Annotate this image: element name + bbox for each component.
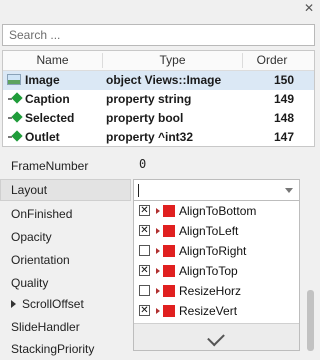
layout-combo[interactable] xyxy=(133,179,300,201)
option-label: AlignToLeft xyxy=(179,224,239,238)
property-opacity[interactable]: Opacity xyxy=(11,226,52,248)
red-flag-icon xyxy=(163,305,175,317)
property-layout[interactable]: Layout xyxy=(11,179,47,201)
option-label: ResizeVert xyxy=(179,304,238,318)
search-input[interactable] xyxy=(2,24,315,46)
table-header: Name Type Order xyxy=(3,51,314,71)
flag-arrow-icon xyxy=(156,248,160,254)
scrollbar-thumb[interactable] xyxy=(307,290,314,351)
member-name: Caption xyxy=(25,92,70,106)
checkbox[interactable]: ✕ xyxy=(139,225,150,236)
option-label: AlignToBottom xyxy=(179,204,257,218)
expand-arrow-icon[interactable] xyxy=(11,300,16,308)
panel-header xyxy=(0,0,320,20)
green-diamond-icon xyxy=(11,111,23,123)
property-quality[interactable]: Quality xyxy=(11,272,48,294)
checkbox[interactable]: ✕ xyxy=(139,205,150,216)
option-align-to-left[interactable]: ✕ AlignToLeft xyxy=(134,222,299,241)
option-align-to-bottom[interactable]: ✕ AlignToBottom xyxy=(134,202,299,221)
option-resize-horz[interactable]: ResizeHorz xyxy=(134,282,299,301)
flag-arrow-icon xyxy=(156,268,160,274)
member-type: object Views::Image xyxy=(106,73,222,87)
green-diamond-icon xyxy=(11,130,23,142)
red-flag-icon xyxy=(163,205,175,217)
red-flag-icon xyxy=(163,265,175,277)
red-flag-icon xyxy=(163,245,175,257)
member-type: property ^int32 xyxy=(106,130,194,144)
text-caret xyxy=(138,184,139,197)
table-row[interactable]: Image object Views::Image 150 xyxy=(3,71,314,90)
flag-arrow-icon xyxy=(156,228,160,234)
flag-arrow-icon xyxy=(156,208,160,214)
member-order: 147 xyxy=(273,130,294,144)
member-type: property bool xyxy=(106,111,184,125)
option-label: AlignToRight xyxy=(179,244,247,258)
member-name: Image xyxy=(25,73,60,87)
checkbox[interactable]: ✕ xyxy=(139,305,150,316)
members-table: Name Type Order Image object Views::Imag… xyxy=(2,50,315,147)
column-header-order[interactable]: Order xyxy=(243,51,301,70)
member-order: 148 xyxy=(273,111,294,125)
member-name: Outlet xyxy=(25,130,60,144)
member-name: Selected xyxy=(25,111,75,125)
option-label: AlignToTop xyxy=(179,264,238,278)
flag-arrow-icon xyxy=(156,288,160,294)
member-order: 149 xyxy=(273,92,294,106)
checkbox[interactable] xyxy=(139,285,150,296)
checkbox[interactable] xyxy=(139,245,150,256)
image-icon xyxy=(7,74,21,85)
layout-options-dropdown: ✕ AlignToBottom ✕ AlignToLeft AlignToRig… xyxy=(133,201,300,351)
column-header-type[interactable]: Type xyxy=(103,51,242,70)
table-row[interactable]: Outlet property ^int32 147 xyxy=(3,128,314,146)
option-label: ResizeHorz xyxy=(179,284,242,298)
member-order: 150 xyxy=(273,73,294,87)
red-flag-icon xyxy=(163,285,175,297)
confirm-button[interactable] xyxy=(134,323,299,350)
property-on-finished[interactable]: OnFinished xyxy=(11,203,72,225)
property-slide-handler[interactable]: SlideHandler xyxy=(11,316,80,338)
property-frame-number[interactable]: FrameNumber xyxy=(11,155,88,177)
property-stacking-priority[interactable]: StackingPriority xyxy=(11,338,94,360)
chevron-down-icon[interactable] xyxy=(285,188,293,193)
table-row[interactable]: Selected property bool 148 xyxy=(3,109,314,128)
green-diamond-icon xyxy=(11,92,23,104)
checkmark-icon xyxy=(207,328,225,347)
member-type: property string xyxy=(106,92,192,106)
option-resize-vert[interactable]: ✕ ResizeVert xyxy=(134,302,299,321)
close-icon[interactable]: ✕ xyxy=(304,1,314,15)
property-orientation[interactable]: Orientation xyxy=(11,249,70,271)
option-align-to-right[interactable]: AlignToRight xyxy=(134,242,299,261)
red-flag-icon xyxy=(163,225,175,237)
column-header-name[interactable]: Name xyxy=(3,51,102,70)
property-scroll-offset[interactable]: ScrollOffset xyxy=(22,293,84,315)
checkbox[interactable]: ✕ xyxy=(139,265,150,276)
flag-arrow-icon xyxy=(156,308,160,314)
option-align-to-top[interactable]: ✕ AlignToTop xyxy=(134,262,299,281)
table-row[interactable]: Caption property string 149 xyxy=(3,90,314,109)
frame-number-value[interactable]: 0 xyxy=(139,157,146,171)
